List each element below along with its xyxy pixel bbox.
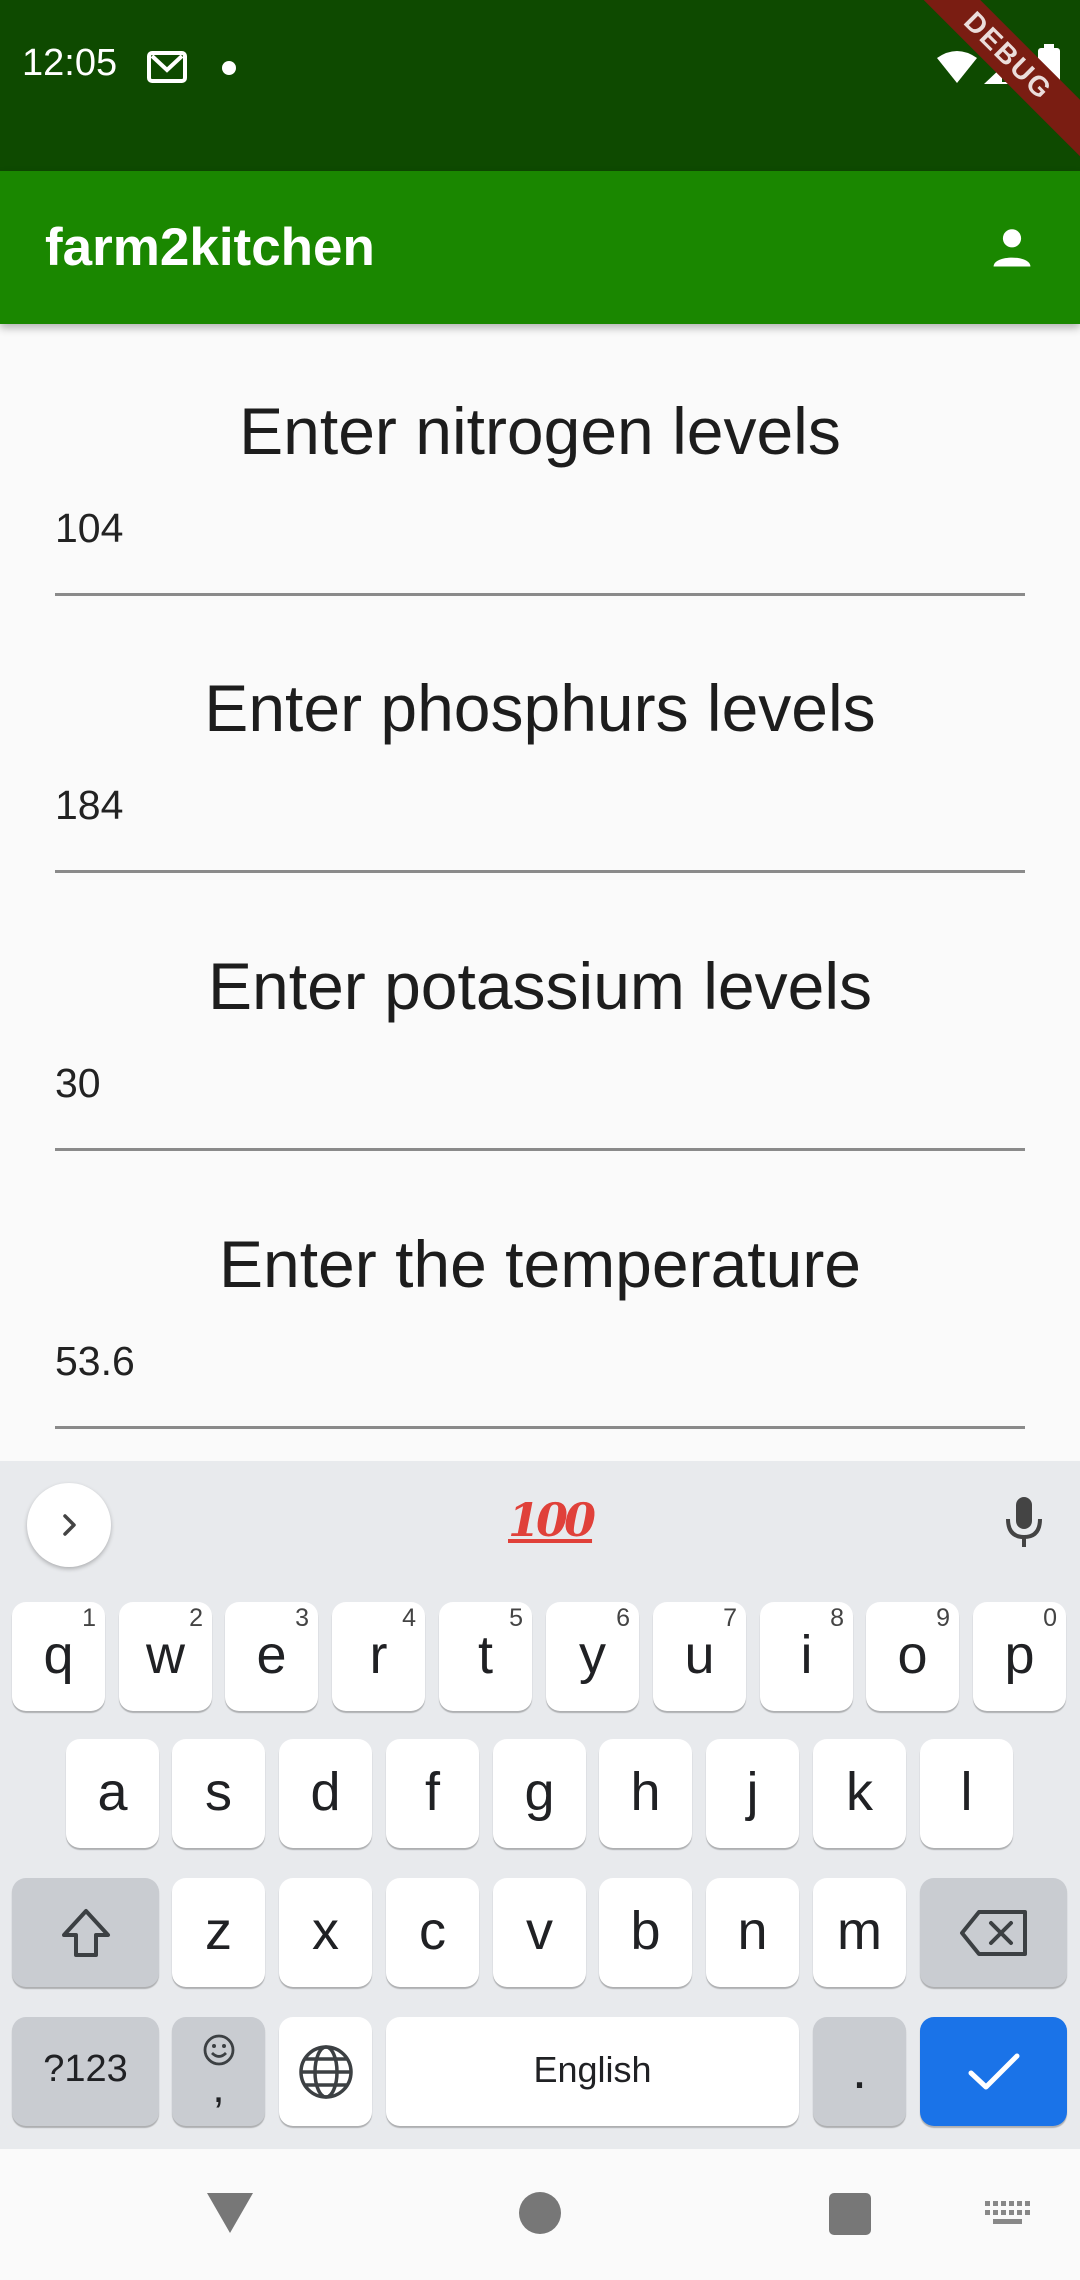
backspace-key[interactable] [920,1878,1067,1987]
key-e[interactable]: 3e [225,1602,318,1711]
key-x[interactable]: x [279,1878,372,1987]
app-bar: farm2kitchen [0,171,1080,324]
notification-dot-icon [222,61,236,75]
app-title: farm2kitchen [45,218,375,277]
key-r[interactable]: 4r [332,1602,425,1711]
done-key[interactable] [920,2017,1067,2126]
back-icon[interactable] [205,2191,255,2240]
nitrogen-input[interactable]: 104 [55,505,123,552]
temperature-underline [55,1426,1025,1429]
key-t[interactable]: 5t [439,1602,532,1711]
key-s[interactable]: s [172,1739,265,1848]
key-z[interactable]: z [172,1878,265,1987]
symbols-key[interactable]: ?123 [12,2017,159,2126]
account-icon[interactable] [986,221,1038,278]
temperature-input[interactable]: 53.6 [55,1338,135,1385]
key-l[interactable]: l [920,1739,1013,1848]
period-key[interactable]: . [813,2017,906,2126]
key-m[interactable]: m [813,1878,906,1987]
emoji-comma-key[interactable]: , [172,2017,265,2126]
backspace-icon [959,1909,1027,1956]
nitrogen-underline [55,593,1025,596]
microphone-icon[interactable] [1003,1495,1045,1556]
key-q[interactable]: 1q [12,1602,105,1711]
keyboard-switch-icon[interactable] [985,2201,1031,2234]
key-j[interactable]: j [706,1739,799,1848]
expand-toolbar-button[interactable] [27,1483,111,1567]
key-h[interactable]: h [599,1739,692,1848]
potassium-underline [55,1148,1025,1151]
key-p[interactable]: 0p [973,1602,1066,1711]
language-key[interactable] [279,2017,372,2126]
home-icon[interactable] [519,2192,561,2234]
key-g[interactable]: g [493,1739,586,1848]
space-key[interactable]: English [386,2017,799,2126]
suggestion-strip: 100 [0,1461,1080,1581]
key-y[interactable]: 6y [546,1602,639,1711]
emoji-icon [203,2034,234,2066]
status-bar: 12:05 DEBUG [0,0,1080,171]
hundred-points-emoji-suggestion[interactable]: 100 [508,1493,596,1547]
key-n[interactable]: n [706,1878,799,1987]
key-f[interactable]: f [386,1739,479,1848]
system-nav-bar [0,2149,1080,2280]
checkmark-icon [968,2053,1019,2089]
potassium-label: Enter potassium levels [208,949,872,1023]
temperature-label: Enter the temperature [218,1227,862,1301]
potassium-input[interactable]: 30 [55,1060,101,1107]
gmail-icon [146,50,188,89]
wifi-icon [936,50,978,89]
shift-icon [61,1908,110,1957]
key-i[interactable]: 8i [760,1602,853,1711]
globe-icon [298,2044,353,2099]
key-u[interactable]: 7u [653,1602,746,1711]
soft-keyboard: 100 1q 2w 3e 4r 5t 6y 7u 8i 9o 0p a s d … [0,1461,1080,2149]
key-o[interactable]: 9o [866,1602,959,1711]
phosphorus-label: Enter phosphurs levels [204,671,876,745]
phosphorus-input[interactable]: 184 [55,782,123,829]
key-b[interactable]: b [599,1878,692,1987]
key-w[interactable]: 2w [119,1602,212,1711]
shift-key[interactable] [12,1878,159,1987]
key-d[interactable]: d [279,1739,372,1848]
chevron-right-icon [63,1514,76,1536]
status-time: 12:05 [22,42,118,84]
key-c[interactable]: c [386,1878,479,1987]
key-k[interactable]: k [813,1739,906,1848]
recent-apps-icon[interactable] [829,2193,871,2235]
nitrogen-label: Enter nitrogen levels [239,394,841,468]
key-a[interactable]: a [66,1739,159,1848]
comma-label: , [212,2063,225,2112]
phosphorus-underline [55,870,1025,873]
key-v[interactable]: v [493,1878,586,1987]
